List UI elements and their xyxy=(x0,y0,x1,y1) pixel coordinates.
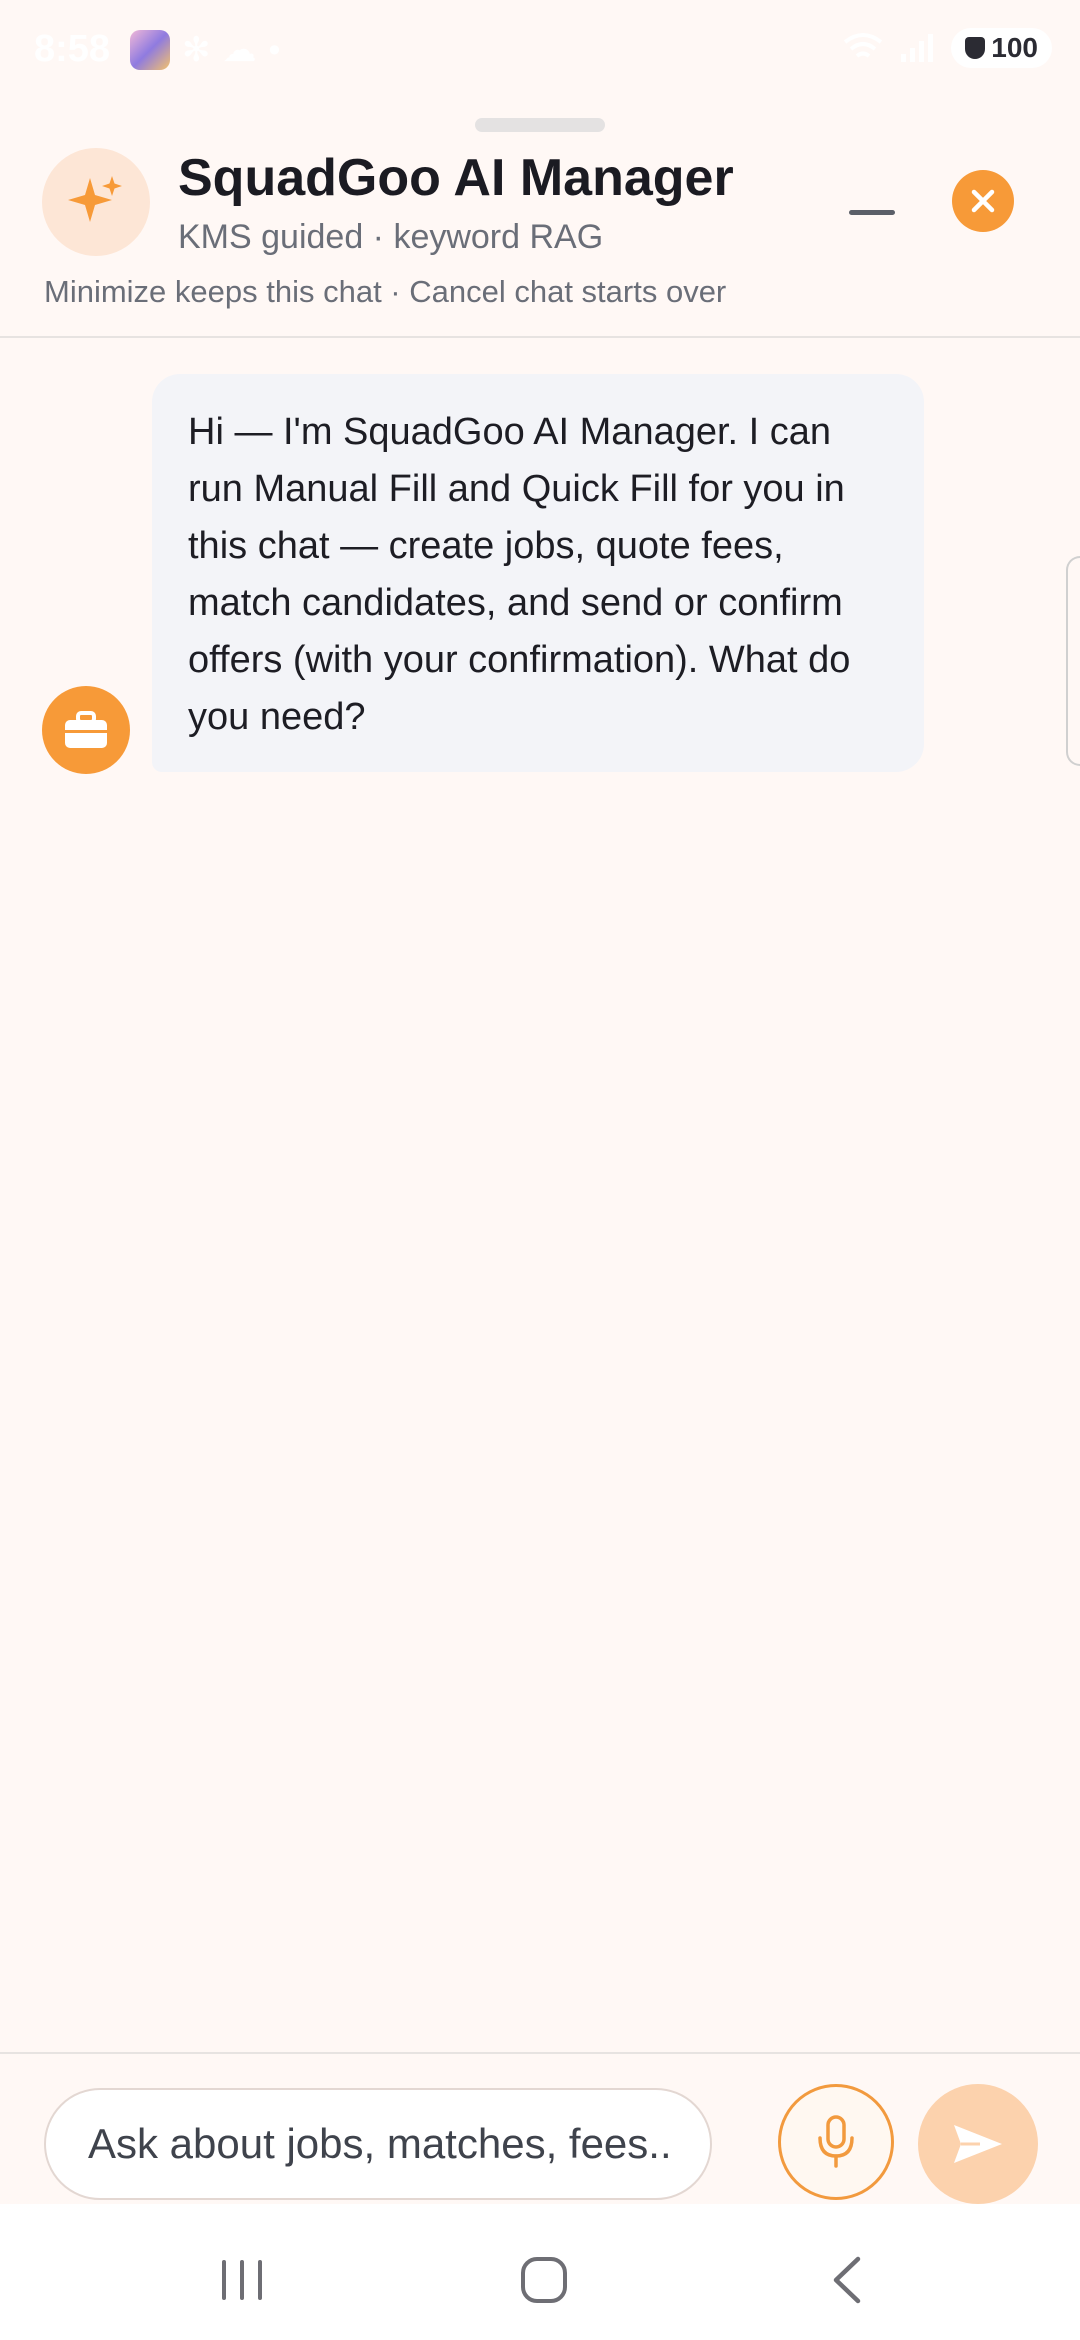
back-icon xyxy=(833,2256,861,2304)
cloud-icon: ☁ xyxy=(222,31,257,69)
dot-icon: • xyxy=(268,31,281,69)
sparkles-icon xyxy=(68,176,122,222)
edge-panel-handle[interactable] xyxy=(1066,556,1080,766)
battery-indicator: 100 xyxy=(951,28,1052,68)
chat-header: SquadGoo AI Manager KMS guided · keyword… xyxy=(0,140,1080,338)
page-title: SquadGoo AI Manager xyxy=(178,149,734,207)
send-button[interactable] xyxy=(918,2084,1038,2204)
minimize-button[interactable] xyxy=(844,192,900,232)
status-notification-icons: ✻ ☁ • xyxy=(130,30,280,70)
header-subtitle: KMS guided · keyword RAG xyxy=(178,218,604,256)
briefcase-icon xyxy=(65,711,107,748)
minimize-icon xyxy=(849,209,895,215)
settings-gear-icon: ✻ xyxy=(182,31,211,69)
assistant-message-bubble: Hi — I'm SquadGoo AI Manager. I can run … xyxy=(152,374,924,772)
message-composer xyxy=(0,2052,1080,2206)
message-avatar xyxy=(42,686,130,774)
status-bar: 8:58 ✻ ☁ • 100 xyxy=(0,0,1080,100)
signal-icon xyxy=(901,34,934,62)
assistant-avatar xyxy=(42,148,150,256)
microphone-icon xyxy=(818,2115,854,2168)
photo-notification-icon xyxy=(130,30,170,70)
battery-level: 100 xyxy=(991,32,1038,63)
sheet-drag-handle[interactable] xyxy=(475,118,605,132)
close-icon xyxy=(971,189,995,213)
header-note: Minimize keeps this chat · Cancel chat s… xyxy=(44,274,727,309)
voice-input-button[interactable] xyxy=(778,2084,894,2200)
home-icon xyxy=(521,2257,567,2303)
cancel-chat-button[interactable] xyxy=(952,170,1014,232)
send-icon xyxy=(954,2125,1002,2163)
back-button[interactable] xyxy=(806,2240,886,2320)
recents-button[interactable] xyxy=(202,2240,282,2320)
message-input[interactable] xyxy=(44,2088,712,2200)
wifi-icon xyxy=(844,33,883,58)
status-time: 8:58 xyxy=(34,28,111,70)
status-system-icons: 100 xyxy=(843,28,1052,68)
system-navigation-bar xyxy=(0,2204,1080,2340)
recents-icon xyxy=(222,2260,262,2300)
home-button[interactable] xyxy=(504,2240,584,2320)
shield-icon xyxy=(965,37,986,59)
